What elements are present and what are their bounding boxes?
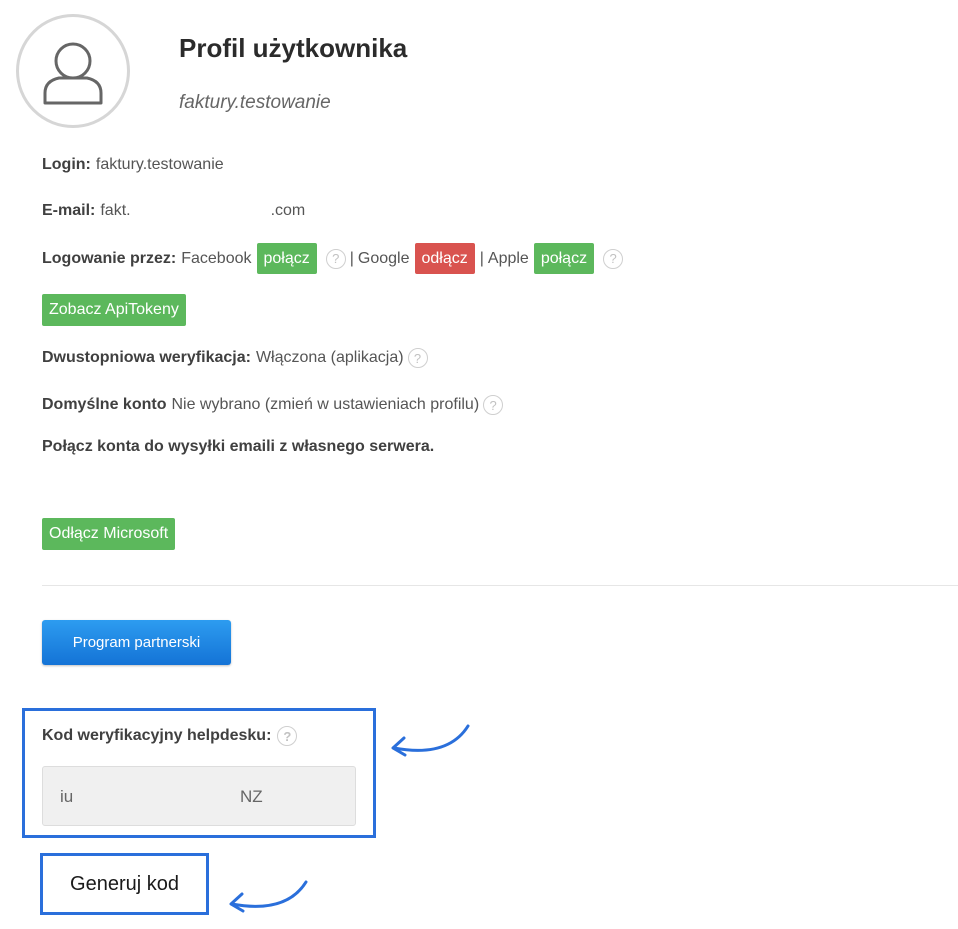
default-account-row: Domyślne konto Nie wybrano (zmień w usta… bbox=[42, 395, 507, 415]
two-factor-value: Włączona (aplikacja) bbox=[255, 349, 404, 366]
view-api-tokens-button[interactable]: Zobacz ApiTokeny bbox=[42, 294, 186, 326]
default-account-label: Domyślne konto bbox=[42, 396, 167, 413]
divider bbox=[42, 585, 958, 586]
partner-program-button[interactable]: Program partnerski bbox=[42, 620, 231, 665]
two-factor-row: Dwustopniowa weryfikacja: Włączona (apli… bbox=[42, 348, 432, 368]
default-account-help-icon[interactable]: ? bbox=[483, 395, 504, 415]
generate-code-button[interactable]: Generuj kod bbox=[40, 853, 209, 915]
google-label: Google bbox=[357, 249, 410, 267]
two-factor-help-icon[interactable]: ? bbox=[407, 348, 428, 368]
email-label: E-mail: bbox=[42, 202, 96, 219]
email-value-start: fakt. bbox=[100, 202, 131, 219]
facebook-help-icon[interactable]: ? bbox=[325, 248, 346, 269]
helpdesk-code-label-row: Kod weryfikacyjny helpdesku: ? bbox=[42, 726, 301, 746]
mail-accounts-heading: Połącz konta do wysyłki emaili z własneg… bbox=[42, 438, 434, 456]
mail-accounts-heading-text: Połącz konta do wysyłki emaili z własneg… bbox=[42, 438, 435, 455]
default-account-value: Nie wybrano (zmień w ustawieniach profil… bbox=[171, 396, 480, 413]
separator: | bbox=[349, 249, 354, 267]
separator: | bbox=[479, 249, 484, 267]
pointer-arrow-icon bbox=[391, 724, 470, 757]
email-row: E-mail: fakt. .com bbox=[42, 202, 305, 220]
login-value: faktury.testowanie bbox=[95, 156, 224, 173]
login-label: Login: bbox=[42, 156, 91, 173]
helpdesk-code-part1: iu bbox=[60, 787, 74, 806]
google-disconnect-button[interactable]: odłącz bbox=[414, 243, 475, 274]
apple-connect-button[interactable]: połącz bbox=[533, 243, 595, 274]
apple-label: Apple bbox=[487, 249, 529, 267]
email-value-end: .com bbox=[270, 202, 306, 219]
social-login-label: Logowanie przez: bbox=[42, 249, 177, 267]
facebook-connect-button[interactable]: połącz bbox=[256, 243, 317, 274]
avatar bbox=[16, 14, 130, 128]
facebook-label: Facebook bbox=[181, 249, 252, 267]
profile-username: faktury.testowanie bbox=[179, 92, 331, 113]
apple-help-icon[interactable]: ? bbox=[603, 248, 624, 269]
helpdesk-code-label: Kod weryfikacyjny helpdesku: bbox=[42, 727, 272, 744]
page-title: Profil użytkownika bbox=[179, 33, 408, 63]
pointer-arrow-icon bbox=[229, 880, 308, 913]
login-row: Login: faktury.testowanie bbox=[42, 156, 224, 174]
helpdesk-code-field: iu NZ bbox=[42, 766, 356, 826]
helpdesk-code-part2: NZ bbox=[240, 787, 263, 806]
two-factor-label: Dwustopniowa weryfikacja: bbox=[42, 349, 251, 366]
disconnect-microsoft-button[interactable]: Odłącz Microsoft bbox=[42, 518, 176, 550]
helpdesk-help-icon[interactable]: ? bbox=[277, 726, 298, 746]
user-icon bbox=[43, 42, 103, 105]
social-login-row: Logowanie przez: Facebook połącz ? | Goo… bbox=[42, 243, 627, 274]
